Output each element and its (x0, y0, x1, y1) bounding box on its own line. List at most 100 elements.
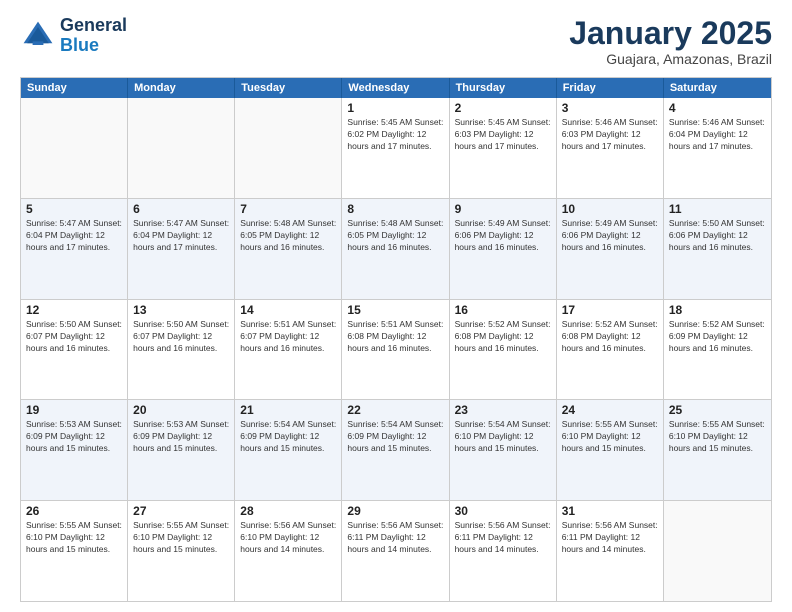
cell-day-number: 19 (26, 403, 122, 417)
cell-day-number: 23 (455, 403, 551, 417)
week-row: 5 Sunrise: 5:47 AM Sunset: 6:04 PM Daylig… (21, 198, 771, 299)
header: General Blue January 2025 Guajara, Amazo… (20, 16, 772, 67)
calendar-cell: 3Sunrise: 5:46 AM Sunset: 6:03 PM Daylig… (557, 98, 664, 198)
calendar-cell: 5 Sunrise: 5:47 AM Sunset: 6:04 PM Daylig… (21, 199, 128, 299)
calendar-subtitle: Guajara, Amazonas, Brazil (569, 51, 772, 67)
cell-info: Sunrise: 5:47 AM Sunset: 6:04 PM Dayligh… (26, 218, 122, 254)
cell-info: Sunrise: 5:53 AM Sunset: 6:09 PM Dayligh… (133, 419, 229, 455)
cell-day-number: 11 (669, 202, 766, 216)
cell-day-number: 15 (347, 303, 443, 317)
calendar-cell: 14Sunrise: 5:51 AM Sunset: 6:07 PM Dayli… (235, 300, 342, 400)
day-header: Tuesday (235, 78, 342, 98)
cell-day-number: 22 (347, 403, 443, 417)
cell-day-number: 4 (669, 101, 766, 115)
calendar-cell: 6 Sunrise: 5:47 AM Sunset: 6:04 PM Daylig… (128, 199, 235, 299)
cell-day-number: 26 (26, 504, 122, 518)
cell-day-number: 18 (669, 303, 766, 317)
calendar-cell: 12 Sunrise: 5:50 AM Sunset: 6:07 PM Dayli… (21, 300, 128, 400)
cell-day-number: 17 (562, 303, 658, 317)
calendar-cell (128, 98, 235, 198)
cell-day-number: 12 (26, 303, 122, 317)
day-header: Saturday (664, 78, 771, 98)
cell-info: Sunrise: 5:50 AM Sunset: 6:07 PM Dayligh… (26, 319, 122, 355)
day-header: Friday (557, 78, 664, 98)
cell-day-number: 6 (133, 202, 229, 216)
calendar-cell: 18Sunrise: 5:52 AM Sunset: 6:09 PM Dayli… (664, 300, 771, 400)
cell-day-number: 29 (347, 504, 443, 518)
cell-info: Sunrise: 5:52 AM Sunset: 6:08 PM Dayligh… (455, 319, 551, 355)
calendar-cell: 26 Sunrise: 5:55 AM Sunset: 6:10 PM Dayli… (21, 501, 128, 601)
calendar-cell: 25Sunrise: 5:55 AM Sunset: 6:10 PM Dayli… (664, 400, 771, 500)
day-header: Sunday (21, 78, 128, 98)
calendar-cell: 2 Sunrise: 5:45 AM Sunset: 6:03 PM Daylig… (450, 98, 557, 198)
cell-info: Sunrise: 5:55 AM Sunset: 6:10 PM Dayligh… (26, 520, 122, 556)
cell-info: Sunrise: 5:54 AM Sunset: 6:09 PM Dayligh… (240, 419, 336, 455)
cell-info: Sunrise: 5:50 AM Sunset: 6:06 PM Dayligh… (669, 218, 766, 254)
cell-day-number: 27 (133, 504, 229, 518)
logo-text: General Blue (60, 16, 127, 56)
calendar-cell (21, 98, 128, 198)
cell-day-number: 31 (562, 504, 658, 518)
calendar-cell: 31 Sunrise: 5:56 AM Sunset: 6:11 PM Dayli… (557, 501, 664, 601)
calendar-cell: 27 Sunrise: 5:55 AM Sunset: 6:10 PM Dayli… (128, 501, 235, 601)
calendar-cell: 29 Sunrise: 5:56 AM Sunset: 6:11 PM Dayli… (342, 501, 449, 601)
cell-info: Sunrise: 5:56 AM Sunset: 6:11 PM Dayligh… (347, 520, 443, 556)
cell-info: Sunrise: 5:49 AM Sunset: 6:06 PM Dayligh… (455, 218, 551, 254)
cell-day-number: 1 (347, 101, 443, 115)
calendar-cell: 11 Sunrise: 5:50 AM Sunset: 6:06 PM Dayli… (664, 199, 771, 299)
cell-day-number: 8 (347, 202, 443, 216)
calendar-cell: 8 Sunrise: 5:48 AM Sunset: 6:05 PM Daylig… (342, 199, 449, 299)
cell-day-number: 20 (133, 403, 229, 417)
cell-info: Sunrise: 5:53 AM Sunset: 6:09 PM Dayligh… (26, 419, 122, 455)
title-block: January 2025 Guajara, Amazonas, Brazil (569, 16, 772, 67)
calendar-cell: 4Sunrise: 5:46 AM Sunset: 6:04 PM Daylig… (664, 98, 771, 198)
cell-info: Sunrise: 5:47 AM Sunset: 6:04 PM Dayligh… (133, 218, 229, 254)
day-header: Monday (128, 78, 235, 98)
week-row: 1 Sunrise: 5:45 AM Sunset: 6:02 PM Daylig… (21, 98, 771, 198)
cell-info: Sunrise: 5:48 AM Sunset: 6:05 PM Dayligh… (240, 218, 336, 254)
calendar-cell: 30Sunrise: 5:56 AM Sunset: 6:11 PM Dayli… (450, 501, 557, 601)
calendar-cell: 13Sunrise: 5:50 AM Sunset: 6:07 PM Dayli… (128, 300, 235, 400)
cell-info: Sunrise: 5:51 AM Sunset: 6:07 PM Dayligh… (240, 319, 336, 355)
calendar-cell: 10Sunrise: 5:49 AM Sunset: 6:06 PM Dayli… (557, 199, 664, 299)
day-headers: SundayMondayTuesdayWednesdayThursdayFrid… (21, 78, 771, 98)
cell-info: Sunrise: 5:56 AM Sunset: 6:11 PM Dayligh… (562, 520, 658, 556)
calendar-cell: 24Sunrise: 5:55 AM Sunset: 6:10 PM Dayli… (557, 400, 664, 500)
cell-info: Sunrise: 5:45 AM Sunset: 6:03 PM Dayligh… (455, 117, 551, 153)
cell-day-number: 10 (562, 202, 658, 216)
cell-info: Sunrise: 5:45 AM Sunset: 6:02 PM Dayligh… (347, 117, 443, 153)
logo: General Blue (20, 16, 127, 56)
cell-day-number: 30 (455, 504, 551, 518)
calendar-cell: 7Sunrise: 5:48 AM Sunset: 6:05 PM Daylig… (235, 199, 342, 299)
cell-info: Sunrise: 5:54 AM Sunset: 6:09 PM Dayligh… (347, 419, 443, 455)
week-row: 19 Sunrise: 5:53 AM Sunset: 6:09 PM Dayli… (21, 399, 771, 500)
cell-info: Sunrise: 5:55 AM Sunset: 6:10 PM Dayligh… (133, 520, 229, 556)
calendar-cell: 15 Sunrise: 5:51 AM Sunset: 6:08 PM Dayli… (342, 300, 449, 400)
cell-day-number: 5 (26, 202, 122, 216)
week-row: 26 Sunrise: 5:55 AM Sunset: 6:10 PM Dayli… (21, 500, 771, 601)
cell-day-number: 9 (455, 202, 551, 216)
cell-info: Sunrise: 5:55 AM Sunset: 6:10 PM Dayligh… (562, 419, 658, 455)
calendar-cell: 22 Sunrise: 5:54 AM Sunset: 6:09 PM Dayli… (342, 400, 449, 500)
calendar-cell: 16 Sunrise: 5:52 AM Sunset: 6:08 PM Dayli… (450, 300, 557, 400)
day-header: Thursday (450, 78, 557, 98)
cell-day-number: 2 (455, 101, 551, 115)
calendar-cell: 1 Sunrise: 5:45 AM Sunset: 6:02 PM Daylig… (342, 98, 449, 198)
calendar-cell: 20 Sunrise: 5:53 AM Sunset: 6:09 PM Dayli… (128, 400, 235, 500)
calendar: SundayMondayTuesdayWednesdayThursdayFrid… (20, 77, 772, 602)
cell-day-number: 28 (240, 504, 336, 518)
day-header: Wednesday (342, 78, 449, 98)
calendar-cell: 9 Sunrise: 5:49 AM Sunset: 6:06 PM Daylig… (450, 199, 557, 299)
calendar-cell: 23Sunrise: 5:54 AM Sunset: 6:10 PM Dayli… (450, 400, 557, 500)
cell-day-number: 16 (455, 303, 551, 317)
cell-day-number: 3 (562, 101, 658, 115)
cell-day-number: 13 (133, 303, 229, 317)
cell-info: Sunrise: 5:51 AM Sunset: 6:08 PM Dayligh… (347, 319, 443, 355)
calendar-cell (235, 98, 342, 198)
logo-icon (20, 18, 56, 54)
calendar-title: January 2025 (569, 16, 772, 51)
cell-day-number: 21 (240, 403, 336, 417)
cell-info: Sunrise: 5:48 AM Sunset: 6:05 PM Dayligh… (347, 218, 443, 254)
calendar-cell (664, 501, 771, 601)
cell-info: Sunrise: 5:55 AM Sunset: 6:10 PM Dayligh… (669, 419, 766, 455)
